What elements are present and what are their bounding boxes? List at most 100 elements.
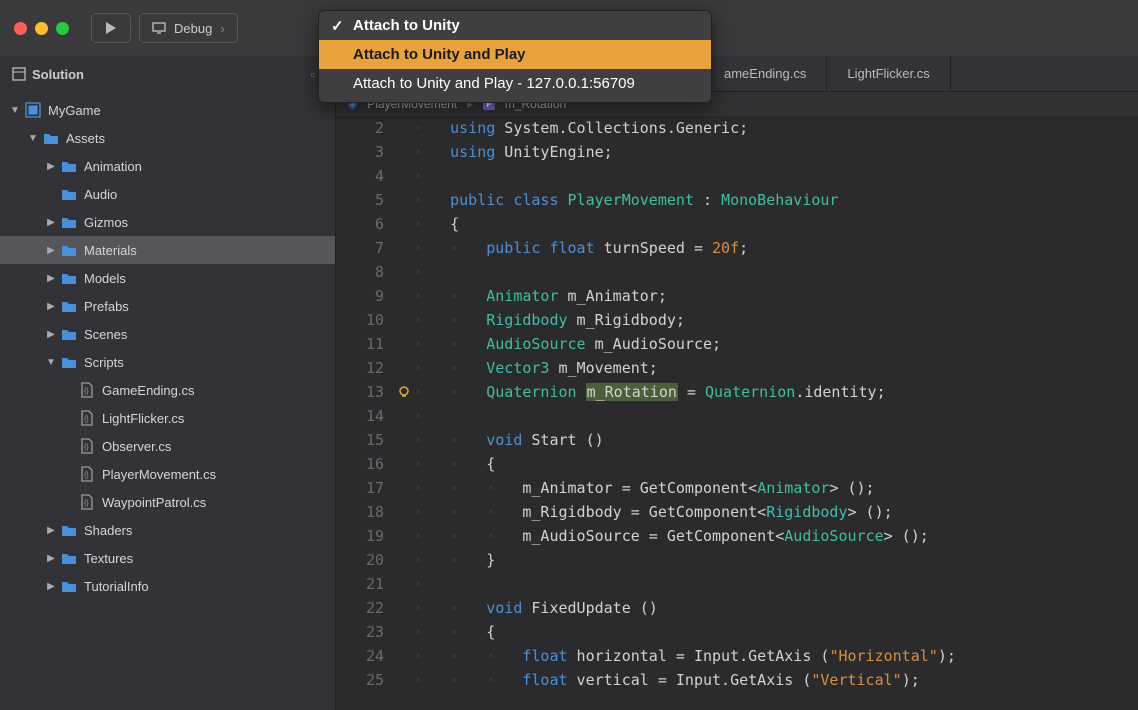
line-number: 14 bbox=[336, 404, 394, 428]
run-target-dropdown: Attach to UnityAttach to Unity and PlayA… bbox=[318, 10, 712, 103]
chevron-right-icon[interactable]: ▶ bbox=[46, 525, 56, 535]
configuration-picker[interactable]: Debug › bbox=[139, 13, 238, 43]
tree-item-label: Animation bbox=[84, 159, 142, 174]
code-line[interactable]: · bbox=[414, 572, 1138, 596]
tree-file-item[interactable]: ▶{}Observer.cs bbox=[0, 432, 335, 460]
line-number: 2 bbox=[336, 116, 394, 140]
tree-item-label: TutorialInfo bbox=[84, 579, 149, 594]
code-line[interactable]: · using System.Collections.Generic; bbox=[414, 116, 1138, 140]
folder-icon bbox=[60, 157, 78, 175]
run-target-option[interactable]: Attach to Unity and Play bbox=[319, 40, 711, 69]
tree-folder-item[interactable]: ▶Materials bbox=[0, 236, 335, 264]
window-controls bbox=[14, 22, 69, 35]
tree-folder-item[interactable]: ▶ Gizmos bbox=[0, 208, 335, 236]
tree-folder-item[interactable]: ▶Textures bbox=[0, 544, 335, 572]
code-editor[interactable]: 2· using System.Collections.Generic;3· u… bbox=[336, 116, 1138, 710]
code-line[interactable]: · bbox=[414, 260, 1138, 284]
chevron-right-icon[interactable]: ▶ bbox=[46, 161, 56, 171]
gutter bbox=[394, 668, 414, 692]
gutter bbox=[394, 644, 414, 668]
code-line[interactable]: · · · float vertical = Input.GetAxis ("V… bbox=[414, 668, 1138, 692]
tree-folder-item[interactable]: ▶ TutorialInfo bbox=[0, 572, 335, 600]
chevron-right-icon[interactable]: ▶ bbox=[46, 301, 56, 311]
line-number: 24 bbox=[336, 644, 394, 668]
tree-folder-item[interactable]: ▼MyGame bbox=[0, 96, 335, 124]
gutter bbox=[394, 620, 414, 644]
gutter bbox=[394, 548, 414, 572]
code-line[interactable]: · · Rigidbody m_Rigidbody; bbox=[414, 308, 1138, 332]
tree-item-label: Shaders bbox=[84, 523, 132, 538]
chevron-right-icon[interactable]: ▶ bbox=[46, 273, 56, 283]
gutter bbox=[394, 212, 414, 236]
csharp-file-icon: {} bbox=[78, 409, 96, 427]
chevron-right-icon[interactable]: ▶ bbox=[46, 329, 56, 339]
gutter bbox=[394, 428, 414, 452]
code-line[interactable]: · · void FixedUpdate () bbox=[414, 596, 1138, 620]
chevron-down-icon[interactable]: ▼ bbox=[46, 357, 56, 367]
editor-tab[interactable]: ameEnding.cs bbox=[716, 56, 827, 91]
run-target-option[interactable]: Attach to Unity bbox=[319, 11, 711, 40]
tree-item-label: Gizmos bbox=[84, 215, 128, 230]
tree-folder-item[interactable]: ▶Models bbox=[0, 264, 335, 292]
code-line[interactable]: · bbox=[414, 404, 1138, 428]
line-number: 23 bbox=[336, 620, 394, 644]
tree-file-item[interactable]: ▶{}WaypointPatrol.cs bbox=[0, 488, 335, 516]
tree-item-label: LightFlicker.cs bbox=[102, 411, 184, 426]
minimize-window-button[interactable] bbox=[35, 22, 48, 35]
code-line[interactable]: · · · m_Rigidbody = GetComponent<Rigidbo… bbox=[414, 500, 1138, 524]
run-button[interactable] bbox=[91, 13, 131, 43]
chevron-right-icon[interactable]: ▶ bbox=[46, 581, 56, 591]
folder-icon bbox=[60, 353, 78, 371]
tree-folder-item[interactable]: ▶Scenes bbox=[0, 320, 335, 348]
tree-file-item[interactable]: ▶{}GameEnding.cs bbox=[0, 376, 335, 404]
maximize-window-button[interactable] bbox=[56, 22, 69, 35]
code-line[interactable]: · · · m_Animator = GetComponent<Animator… bbox=[414, 476, 1138, 500]
editor-tab[interactable]: LightFlicker.cs bbox=[827, 56, 950, 91]
chevron-right-icon[interactable]: ▶ bbox=[46, 553, 56, 563]
folder-icon bbox=[60, 577, 78, 595]
tree-file-item[interactable]: ▶{}LightFlicker.cs bbox=[0, 404, 335, 432]
code-line[interactable]: · · AudioSource m_AudioSource; bbox=[414, 332, 1138, 356]
folder-icon bbox=[42, 129, 60, 147]
folder-icon bbox=[60, 521, 78, 539]
code-line[interactable]: · { bbox=[414, 212, 1138, 236]
chevron-down-icon[interactable]: ▼ bbox=[28, 133, 38, 143]
code-line[interactable]: · using UnityEngine; bbox=[414, 140, 1138, 164]
code-line[interactable]: · public class PlayerMovement : MonoBeha… bbox=[414, 188, 1138, 212]
tree-folder-item[interactable]: ▼Scripts bbox=[0, 348, 335, 376]
tree-folder-item[interactable]: ▶ Animation bbox=[0, 152, 335, 180]
tree-folder-item[interactable]: ▶ Shaders bbox=[0, 516, 335, 544]
tree-folder-item[interactable]: ▶Prefabs bbox=[0, 292, 335, 320]
code-line[interactable]: · · Vector3 m_Movement; bbox=[414, 356, 1138, 380]
folder-icon bbox=[60, 213, 78, 231]
folder-icon bbox=[60, 241, 78, 259]
gutter bbox=[394, 116, 414, 140]
tree-item-label: GameEnding.cs bbox=[102, 383, 195, 398]
code-line[interactable]: · bbox=[414, 164, 1138, 188]
close-window-button[interactable] bbox=[14, 22, 27, 35]
line-number: 9 bbox=[336, 284, 394, 308]
code-line[interactable]: · · · m_AudioSource = GetComponent<Audio… bbox=[414, 524, 1138, 548]
solution-icon bbox=[12, 67, 26, 81]
configuration-label: Debug bbox=[174, 21, 212, 36]
gutter bbox=[394, 356, 414, 380]
line-number: 8 bbox=[336, 260, 394, 284]
tree-folder-item[interactable]: ▶Audio bbox=[0, 180, 335, 208]
tree-file-item[interactable]: ▶{}PlayerMovement.cs bbox=[0, 460, 335, 488]
code-line[interactable]: · · · float horizontal = Input.GetAxis (… bbox=[414, 644, 1138, 668]
code-line[interactable]: · · Quaternion m_Rotation = Quaternion.i… bbox=[414, 380, 1138, 404]
lightbulb-icon[interactable] bbox=[394, 380, 414, 404]
code-line[interactable]: · · } bbox=[414, 548, 1138, 572]
code-line[interactable]: · · public float turnSpeed = 20f; bbox=[414, 236, 1138, 260]
chevron-right-icon[interactable]: ▶ bbox=[46, 217, 56, 227]
code-line[interactable]: · · void Start () bbox=[414, 428, 1138, 452]
run-target-option[interactable]: Attach to Unity and Play - 127.0.0.1:567… bbox=[319, 69, 711, 102]
line-number: 10 bbox=[336, 308, 394, 332]
code-line[interactable]: · · { bbox=[414, 452, 1138, 476]
tree-item-label: Audio bbox=[84, 187, 117, 202]
chevron-down-icon[interactable]: ▼ bbox=[10, 105, 20, 115]
code-line[interactable]: · · { bbox=[414, 620, 1138, 644]
chevron-right-icon[interactable]: ▶ bbox=[46, 245, 56, 255]
tree-folder-item[interactable]: ▼Assets bbox=[0, 124, 335, 152]
code-line[interactable]: · · Animator m_Animator; bbox=[414, 284, 1138, 308]
